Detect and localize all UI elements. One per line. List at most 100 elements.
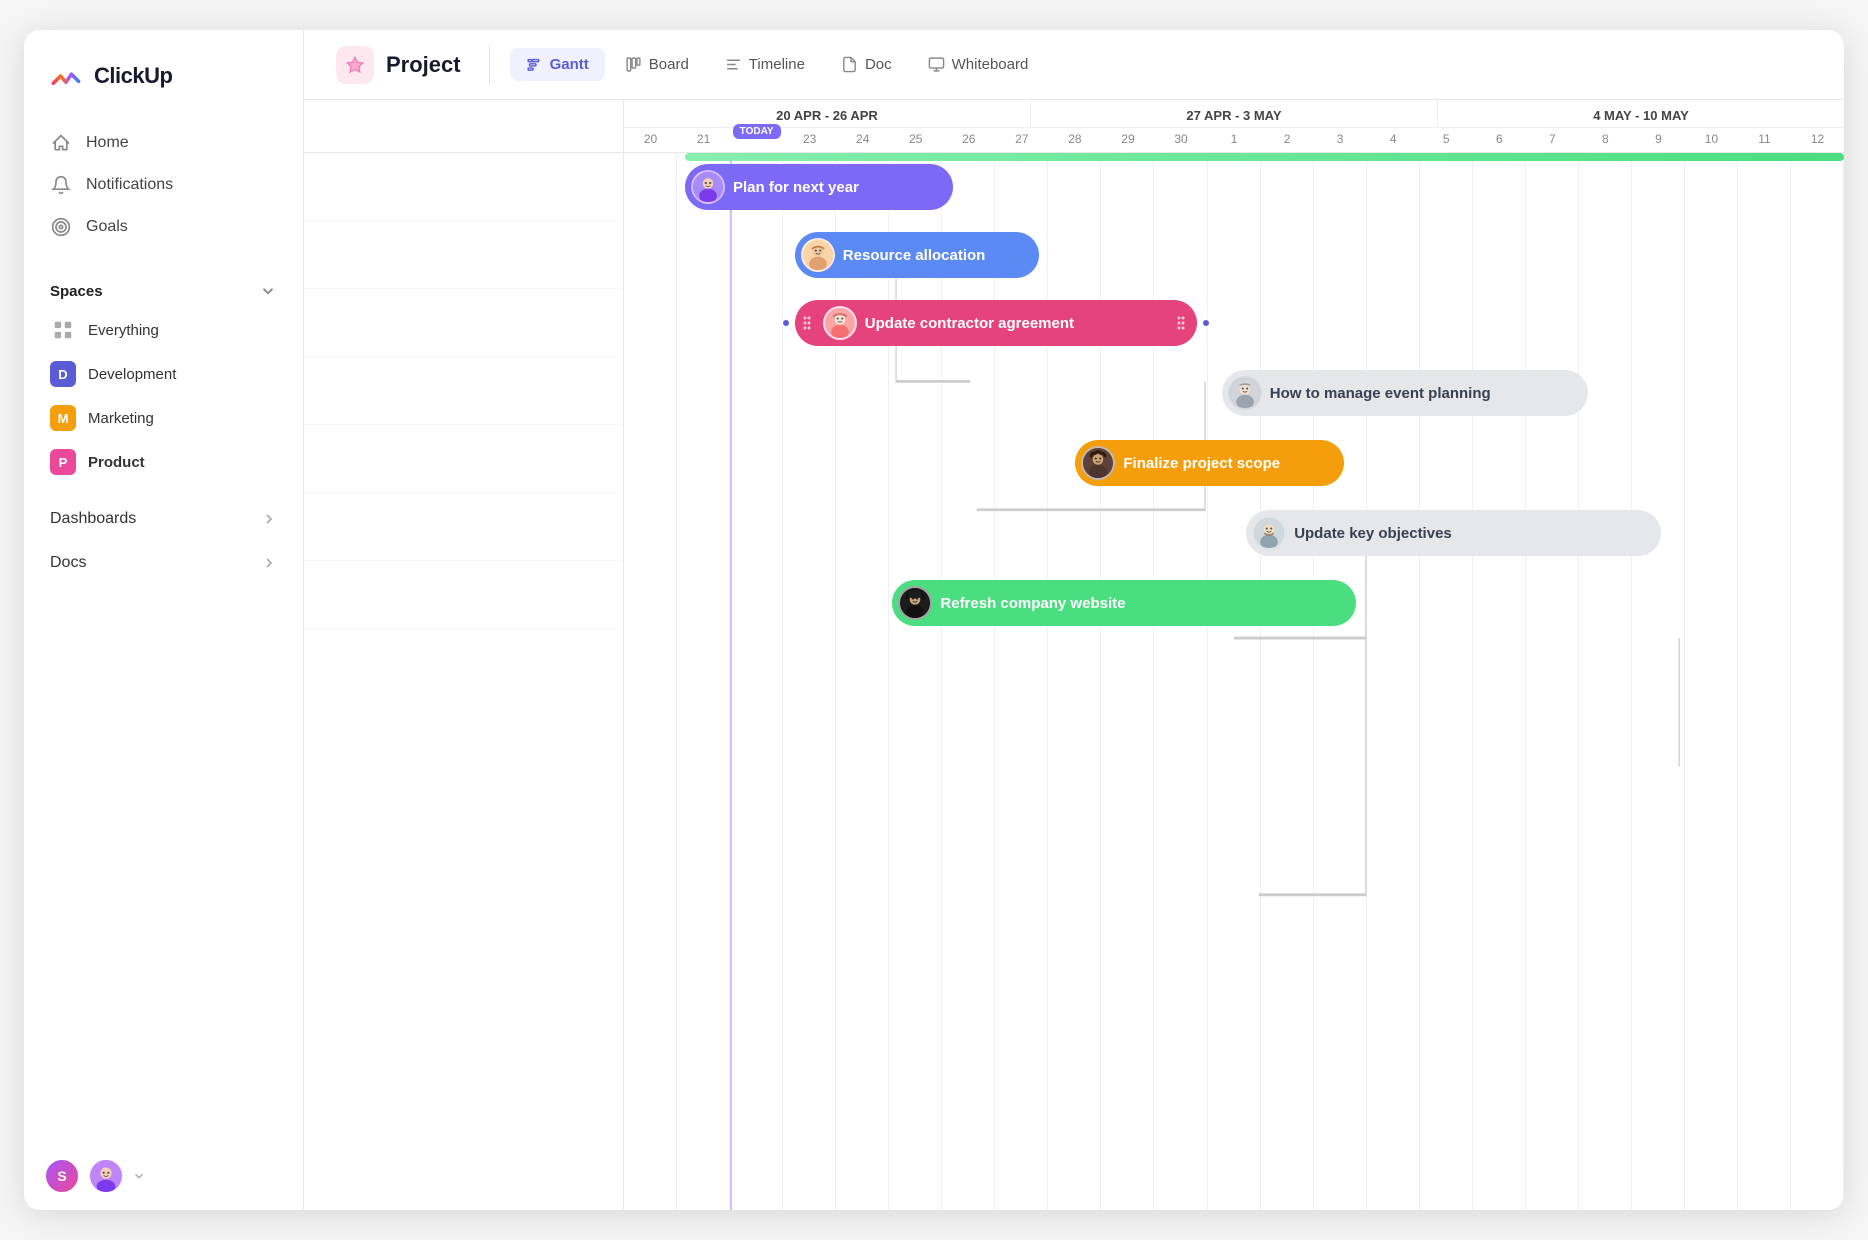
today-line: [730, 153, 732, 1210]
day-24: 24: [836, 128, 889, 152]
day-22-today: TODAY 22: [730, 128, 783, 152]
day-29: 29: [1101, 128, 1154, 152]
avatar-s[interactable]: S: [44, 1158, 80, 1194]
bar-refresh-website[interactable]: Refresh company website: [892, 580, 1356, 626]
gantt-label-row-4: [304, 357, 623, 425]
bar-update-objectives[interactable]: Update key objectives: [1246, 510, 1661, 556]
day-20: 20: [624, 128, 677, 152]
tab-gantt[interactable]: Gantt: [510, 48, 605, 81]
tab-doc[interactable]: Doc: [825, 48, 908, 81]
gantt-timeline-header: 20 APR - 26 APR 27 APR - 3 MAY 4 MAY - 1…: [624, 100, 1844, 152]
app-container: ClickUp Home Notifications: [24, 30, 1844, 1210]
whiteboard-icon: [928, 56, 945, 73]
main-content: Project Gantt Board: [304, 30, 1844, 1210]
week-ranges-row: 20 APR - 26 APR 27 APR - 3 MAY 4 MAY - 1…: [624, 100, 1844, 128]
bar-how-to-manage-label: How to manage event planning: [1270, 385, 1491, 402]
day-9: 9: [1632, 128, 1685, 152]
sidebar-item-product-label: Product: [88, 454, 145, 471]
sidebar-item-everything-label: Everything: [88, 322, 159, 339]
bar-finalize-scope[interactable]: Finalize project scope: [1075, 440, 1343, 486]
day-8: 8: [1579, 128, 1632, 152]
tab-board-label: Board: [649, 56, 689, 73]
spaces-section: Spaces Everything D Development: [24, 256, 303, 488]
day-4: 4: [1367, 128, 1420, 152]
chevron-down-icon[interactable]: [132, 1169, 146, 1183]
sidebar: ClickUp Home Notifications: [24, 30, 304, 1210]
gantt-label-row-7: [304, 561, 623, 629]
bell-icon: [50, 174, 72, 196]
day-21: 21: [677, 128, 730, 152]
day-26: 26: [942, 128, 995, 152]
project-icon-wrap: [336, 46, 374, 84]
sidebar-item-home[interactable]: Home: [36, 122, 291, 164]
tab-whiteboard[interactable]: Whiteboard: [912, 48, 1045, 81]
day-numbers-row: 20 21 TODAY 22 23 24 25 26 27 28 29 30: [624, 128, 1844, 152]
sidebar-item-development-label: Development: [88, 366, 176, 383]
sidebar-sections: Dashboards Docs: [24, 488, 303, 592]
week-range-1: 20 APR - 26 APR: [624, 100, 1031, 127]
gantt-label-row-6: [304, 493, 623, 561]
sidebar-item-product[interactable]: P Product: [36, 440, 291, 484]
day-27: 27: [995, 128, 1048, 152]
spaces-header[interactable]: Spaces: [36, 274, 291, 308]
dashboards-label: Dashboards: [50, 510, 136, 528]
project-title: Project: [386, 52, 461, 78]
gantt-label-header: [304, 100, 624, 152]
gantt-labels: [304, 153, 624, 1210]
tab-timeline-label: Timeline: [749, 56, 805, 73]
drag-handle-right[interactable]: [1175, 314, 1187, 332]
bar-update-objectives-label: Update key objectives: [1294, 525, 1452, 542]
day-2: 2: [1261, 128, 1314, 152]
gantt-label-row-2: [304, 221, 623, 289]
week-range-2: 27 APR - 3 MAY: [1031, 100, 1438, 127]
product-badge: P: [50, 449, 76, 475]
gantt-label-row-1: [304, 153, 623, 221]
drag-handle-icon[interactable]: [801, 314, 813, 332]
app-name: ClickUp: [94, 63, 172, 89]
bar-plan-next-year-label: Plan for next year: [733, 179, 859, 196]
avatar-finalize: [1081, 446, 1115, 480]
tab-whiteboard-label: Whiteboard: [952, 56, 1029, 73]
gantt-icon: [526, 56, 543, 73]
sidebar-item-notifications[interactable]: Notifications: [36, 164, 291, 206]
gantt-header: 20 APR - 26 APR 27 APR - 3 MAY 4 MAY - 1…: [304, 100, 1844, 153]
gantt-body: Plan for next year: [304, 153, 1844, 1210]
bar-refresh-website-label: Refresh company website: [940, 595, 1125, 612]
bar-how-to-manage[interactable]: How to manage event planning: [1222, 370, 1588, 416]
day-30: 30: [1154, 128, 1207, 152]
bar-resource-allocation-label: Resource allocation: [843, 247, 986, 264]
avatar-contractor: [823, 306, 857, 340]
development-badge: D: [50, 361, 76, 387]
bar-finalize-scope-label: Finalize project scope: [1123, 455, 1280, 472]
sidebar-item-docs[interactable]: Docs: [36, 542, 291, 584]
gantt-area: 20 APR - 26 APR 27 APR - 3 MAY 4 MAY - 1…: [304, 100, 1844, 1210]
bar-update-contractor[interactable]: Update contractor agreement: [795, 300, 1198, 346]
board-icon: [625, 56, 642, 73]
sidebar-item-development[interactable]: D Development: [36, 352, 291, 396]
avatar-resource: [801, 238, 835, 272]
sidebar-item-dashboards[interactable]: Dashboards: [36, 498, 291, 540]
connector-right: [1201, 318, 1211, 328]
day-10: 10: [1685, 128, 1738, 152]
avatar-refresh: [898, 586, 932, 620]
sidebar-nav: Home Notifications Goals: [24, 114, 303, 256]
bar-resource-allocation[interactable]: Resource allocation: [795, 232, 1039, 278]
avatar-objectives: [1252, 516, 1286, 550]
bar-plan-next-year[interactable]: Plan for next year: [685, 164, 953, 210]
tab-board[interactable]: Board: [609, 48, 705, 81]
everything-grid-icon: [50, 317, 76, 343]
day-11: 11: [1738, 128, 1791, 152]
sidebar-item-everything[interactable]: Everything: [36, 308, 291, 352]
avatar-plan: [691, 170, 725, 204]
tab-timeline[interactable]: Timeline: [709, 48, 821, 81]
sidebar-item-goals-label: Goals: [86, 218, 128, 236]
view-tabs: Gantt Board Timeline: [510, 48, 1045, 81]
tab-doc-label: Doc: [865, 56, 892, 73]
sidebar-item-goals[interactable]: Goals: [36, 206, 291, 248]
avatar-b[interactable]: [88, 1158, 124, 1194]
sidebar-item-marketing[interactable]: M Marketing: [36, 396, 291, 440]
progress-bar-top: [685, 153, 1844, 161]
home-icon: [50, 132, 72, 154]
sidebar-bottom: S: [24, 1142, 303, 1210]
connector-left: [781, 318, 791, 328]
